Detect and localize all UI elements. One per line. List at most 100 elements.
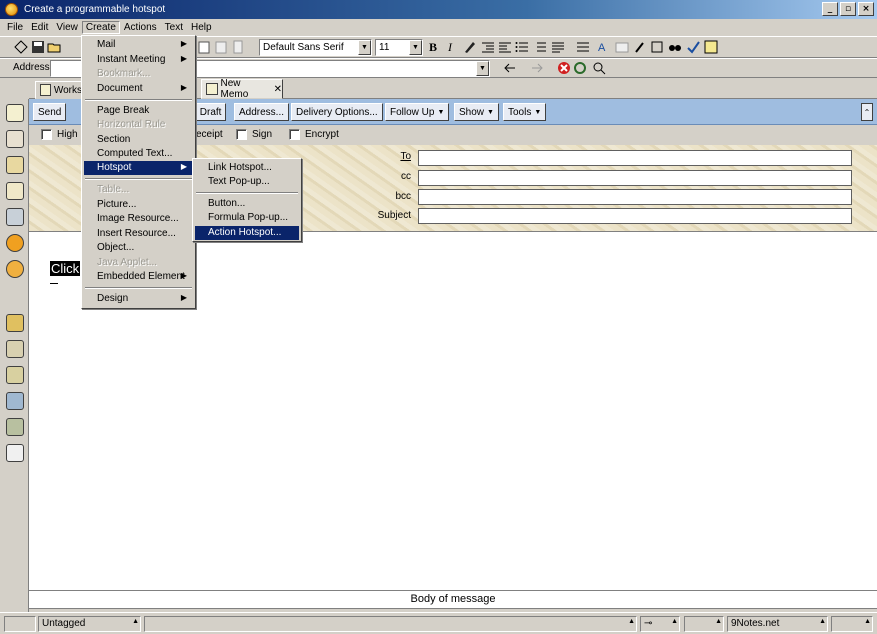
back-icon[interactable] <box>503 61 517 75</box>
databases-icon[interactable] <box>6 340 24 358</box>
menu-item-object[interactable]: Object... <box>84 241 193 255</box>
bold-button[interactable]: B <box>429 40 437 55</box>
paragraph-icon[interactable] <box>576 40 590 54</box>
checkbox-box[interactable] <box>236 129 247 140</box>
menu-actions[interactable]: Actions <box>120 21 161 34</box>
menu-item-embedded-element[interactable]: Embedded Element ▶ <box>84 270 193 284</box>
tab-new-memo[interactable]: New Memo ✕ <box>201 78 283 100</box>
encrypt-checkbox[interactable]: Encrypt <box>289 129 339 140</box>
to-label[interactable]: To <box>400 151 411 162</box>
menu-item-instant-meeting[interactable]: Instant Meeting ▶ <box>84 53 193 67</box>
collapse-icon[interactable]: ⌃ <box>861 103 873 121</box>
checkbox-box[interactable] <box>41 129 52 140</box>
open-icon[interactable] <box>47 40 61 54</box>
italic-button[interactable]: I <box>448 40 452 55</box>
send-button[interactable]: Send <box>33 103 67 121</box>
todo-icon[interactable] <box>6 182 24 200</box>
text-color-icon[interactable]: A <box>596 40 610 54</box>
menu-item-image-resource[interactable]: Image Resource... <box>84 212 193 226</box>
bullet-list-icon[interactable] <box>515 40 529 54</box>
chevron-down-icon[interactable]: ▼ <box>358 40 371 55</box>
applications-icon[interactable] <box>6 392 24 410</box>
save-icon[interactable] <box>31 40 45 54</box>
new-icon[interactable] <box>14 40 28 54</box>
maximize-button[interactable]: ▫ <box>840 2 856 16</box>
cc-field[interactable] <box>418 170 852 186</box>
font-size-select[interactable]: 11 ▼ <box>375 39 423 56</box>
menu-item-action-hotspot[interactable]: Action Hotspot... <box>195 226 299 240</box>
minimize-button[interactable]: _ <box>822 2 838 16</box>
properties-icon[interactable] <box>704 40 718 54</box>
location-selector[interactable]: 9Notes.net ▲ <box>727 616 828 632</box>
font-select[interactable]: Default Sans Serif ▼ <box>259 39 372 56</box>
to-field[interactable] <box>418 150 852 166</box>
sign-checkbox[interactable]: Sign <box>236 129 272 140</box>
tag-selector[interactable]: Untagged ▲ <box>38 616 141 632</box>
address-book-icon[interactable] <box>6 156 24 174</box>
history-icon[interactable] <box>6 418 24 436</box>
refresh-icon[interactable] <box>573 61 587 75</box>
close-icon[interactable]: ✕ <box>274 84 282 95</box>
status-message[interactable]: ▲ <box>144 616 637 632</box>
high-importance-checkbox[interactable]: High <box>41 129 78 140</box>
checkbox-box[interactable] <box>289 129 300 140</box>
more-bookmarks-icon[interactable] <box>6 366 24 384</box>
bcc-field[interactable] <box>418 189 852 205</box>
delivery-options-button[interactable]: Delivery Options... <box>291 103 383 121</box>
menu-item-computed-text[interactable]: Computed Text... <box>84 147 193 161</box>
menu-help[interactable]: Help <box>187 21 216 34</box>
menu-item-button[interactable]: Button... <box>195 197 299 211</box>
replicator-icon[interactable] <box>6 208 24 226</box>
outdent-icon[interactable] <box>498 40 512 54</box>
key-indicator[interactable]: ⊸ ▲ <box>640 616 680 632</box>
home-icon[interactable] <box>6 104 24 122</box>
table-icon[interactable] <box>615 40 629 54</box>
favorites-icon[interactable] <box>6 314 24 332</box>
clipboard-icon[interactable] <box>214 40 228 54</box>
spell-check-icon[interactable] <box>686 40 700 54</box>
menu-item-hotspot[interactable]: Hotspot ▶ <box>84 161 193 175</box>
attach-icon[interactable] <box>632 40 646 54</box>
menu-item-link-hotspot[interactable]: Link Hotspot... <box>195 161 299 175</box>
follow-up-button[interactable]: Follow Up ▼ <box>385 103 450 121</box>
align-icon[interactable] <box>551 40 565 54</box>
subject-field[interactable] <box>418 208 852 224</box>
selected-text[interactable]: Click <box>50 261 81 276</box>
menu-item-design[interactable]: Design ▶ <box>84 292 193 306</box>
chevron-down-icon[interactable]: ▼ <box>476 61 489 76</box>
web-browser-icon[interactable] <box>6 234 24 252</box>
menu-item-text-popup[interactable]: Text Pop-up... <box>195 175 299 189</box>
highlighter-icon[interactable] <box>463 40 477 54</box>
find-icon[interactable] <box>668 40 682 54</box>
mail-indicator[interactable]: ▲ <box>831 616 873 632</box>
return-receipt-checkbox[interactable]: eceipt <box>196 129 223 140</box>
connection-indicator[interactable]: ▲ <box>684 616 724 632</box>
chevron-down-icon[interactable]: ▼ <box>409 40 422 55</box>
numbered-list-icon[interactable] <box>533 40 547 54</box>
indent-icon[interactable] <box>481 40 495 54</box>
tools-button[interactable]: Tools ▼ <box>503 103 547 121</box>
address-button[interactable]: Address... <box>234 103 290 121</box>
hotspot-icon[interactable] <box>650 40 664 54</box>
lotus-notes-icon[interactable] <box>5 3 18 16</box>
tab-workspace[interactable]: Works <box>35 81 83 99</box>
menu-item-insert-resource[interactable]: Insert Resource... <box>84 227 193 241</box>
close-button[interactable]: × <box>858 2 874 16</box>
menu-item-section[interactable]: Section <box>84 133 193 147</box>
menu-create[interactable]: Create <box>81 21 120 34</box>
copy-icon[interactable] <box>231 40 245 54</box>
menu-text[interactable]: Text <box>161 21 187 34</box>
menu-item-picture[interactable]: Picture... <box>84 198 193 212</box>
search-icon[interactable] <box>592 61 606 75</box>
menu-item-mail[interactable]: Mail ▶ <box>84 38 193 52</box>
calendar-icon[interactable] <box>6 130 24 148</box>
menu-file[interactable]: File <box>3 21 27 34</box>
forward-icon[interactable] <box>530 61 544 75</box>
grid-icon[interactable] <box>6 444 24 462</box>
notes-icon[interactable] <box>6 260 24 278</box>
menu-view[interactable]: View <box>52 21 82 34</box>
menu-item-document[interactable]: Document ▶ <box>84 82 193 96</box>
menu-item-formula-popup[interactable]: Formula Pop-up... <box>195 211 299 225</box>
menu-item-page-break[interactable]: Page Break <box>84 104 193 118</box>
paste-icon[interactable] <box>197 40 211 54</box>
